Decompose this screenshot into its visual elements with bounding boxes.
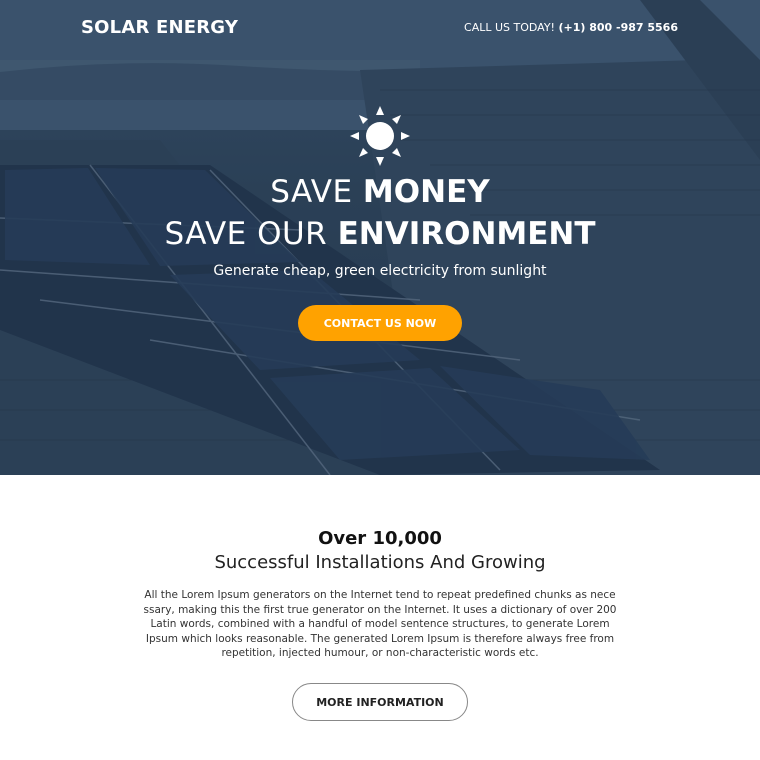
headline-1-light: SAVE — [270, 174, 363, 210]
hero-section: SOLAR ENERGY CALL US TODAY! (+1) 800 -98… — [0, 0, 760, 475]
more-information-button[interactable]: MORE INFORMATION — [292, 683, 468, 721]
headline-line-1: SAVE MONEY — [0, 174, 760, 210]
headline-2-light: SAVE OUR — [164, 216, 338, 252]
hero-subline: Generate cheap, green electricity from s… — [213, 263, 547, 279]
stats-body-text: All the Lorem Ipsum generators on the In… — [143, 589, 617, 659]
stat-number: Over 10,000 — [318, 528, 442, 549]
call-us-phone[interactable]: CALL US TODAY! (+1) 800 -987 5566 — [464, 21, 678, 34]
contact-us-button[interactable]: CONTACT US NOW — [298, 305, 462, 341]
sun-icon — [350, 106, 410, 166]
stat-caption: Successful Installations And Growing — [214, 552, 546, 573]
top-bar: SOLAR ENERGY CALL US TODAY! (+1) 800 -98… — [0, 0, 760, 58]
headline-line-2: SAVE OUR ENVIRONMENT — [0, 216, 760, 252]
call-label: CALL US TODAY! — [464, 21, 555, 34]
phone-number[interactable]: (+1) 800 -987 5566 — [558, 21, 678, 34]
headline-1-bold: MONEY — [362, 174, 490, 210]
stats-section: Over 10,000 Successful Installations And… — [0, 475, 760, 760]
logo[interactable]: SOLAR ENERGY — [81, 17, 238, 38]
headline-2-bold: ENVIRONMENT — [337, 216, 596, 252]
